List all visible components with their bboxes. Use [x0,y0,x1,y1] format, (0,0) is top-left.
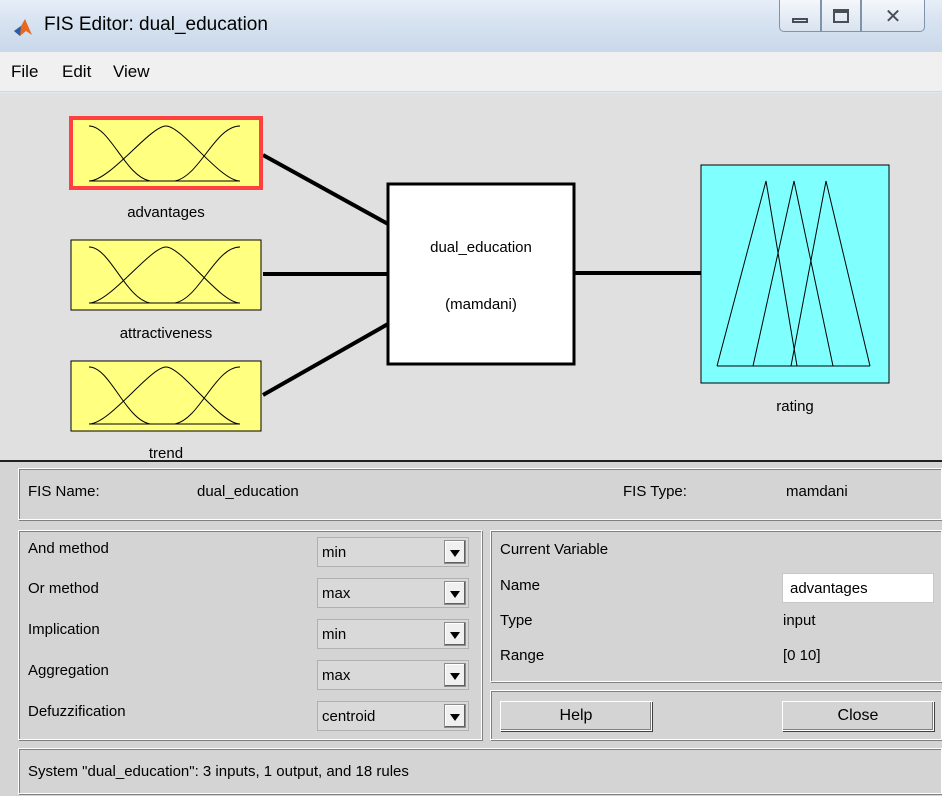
close-icon: ✕ [884,3,902,28]
close-window-button[interactable]: ✕ [861,0,925,32]
connector-trend [262,322,389,397]
fis-type-label: FIS Type: [623,483,687,500]
menu-bar: File Edit View [0,52,942,92]
methods-frame: And method min Or method max Implication… [18,530,482,740]
buttons-frame: Help Close [490,690,942,740]
system-block[interactable] [386,182,576,366]
variable-type-label: Type [500,612,533,629]
maximize-icon [833,8,849,23]
input-block-advantages[interactable] [69,116,263,190]
implication-select[interactable]: min [317,619,469,649]
fis-info-frame: FIS Name: dual_education FIS Type: mamda… [18,468,942,520]
variable-name-label: Name [500,577,541,594]
fis-name-value: dual_education [197,483,299,500]
input-block-trend[interactable] [70,360,262,432]
fis-diagram: advantages attractiveness trend dual_edu… [0,93,942,462]
properties-panel: FIS Name: dual_education FIS Type: mamda… [0,460,942,796]
fis-name-label: FIS Name: [28,483,100,500]
variable-name-input[interactable]: advantages [782,573,934,603]
method-label-implication: Implication [28,621,100,638]
current-variable-title: Current Variable [500,541,609,558]
current-variable-frame: Current Variable Name advantages Type in… [490,530,942,682]
input-label-attractiveness: attractiveness [119,325,213,342]
connector-advantages [262,153,389,226]
variable-name-value: advantages [790,580,868,597]
variable-type-value: input [783,612,816,629]
aggregation-select[interactable]: max [317,660,469,690]
close-button[interactable]: Close [782,701,934,731]
chevron-down-icon[interactable] [444,663,466,687]
fis-type-value: mamdani [786,483,848,500]
variable-range-label: Range [500,647,545,664]
and-method-select[interactable]: min [317,537,469,567]
minimize-icon [792,18,808,23]
defuzzification-select[interactable]: centroid [317,701,469,731]
chevron-down-icon[interactable] [444,704,466,728]
defuzzification-value: centroid [322,708,376,725]
or-method-select[interactable]: max [317,578,469,608]
chevron-down-icon[interactable] [444,540,466,564]
output-label-rating: rating [776,398,814,415]
menu-view[interactable]: View [113,62,150,82]
chevron-down-icon[interactable] [444,622,466,646]
minimize-button[interactable] [779,0,821,32]
method-label-aggregation: Aggregation [28,662,109,679]
status-frame: System "dual_education": 3 inputs, 1 out… [18,748,942,794]
and-method-value: min [322,544,347,561]
method-label-defuzzification: Defuzzification [28,703,126,720]
maximize-button[interactable] [821,0,861,32]
chevron-down-icon[interactable] [444,581,466,605]
input-block-attractiveness[interactable] [70,239,262,311]
menu-file[interactable]: File [11,62,38,82]
or-method-value: max [322,585,351,602]
menu-edit[interactable]: Edit [62,62,91,82]
implication-value: min [322,626,347,643]
method-label-and: And method [28,540,109,557]
status-text: System "dual_education": 3 inputs, 1 out… [28,763,409,780]
window-title: FIS Editor: dual_education [44,14,268,35]
variable-range-value: [0 10] [783,647,821,664]
input-label-advantages: advantages [127,204,205,221]
method-label-or: Or method [28,580,99,597]
title-bar: FIS Editor: dual_education ✕ [0,0,942,52]
system-type-label: (mamdani) [445,296,517,313]
system-name-label: dual_education [430,239,532,256]
help-button[interactable]: Help [500,701,652,731]
matlab-icon [14,19,32,36]
output-block-rating[interactable] [700,164,890,384]
aggregation-value: max [322,667,351,684]
